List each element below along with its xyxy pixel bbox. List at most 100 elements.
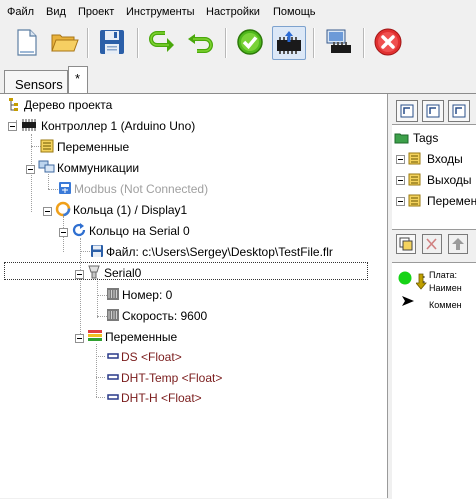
property-icon xyxy=(107,309,119,321)
connector-icon xyxy=(88,265,100,279)
save-icon xyxy=(91,245,103,257)
tags-variables-label: Перемен xyxy=(427,194,476,208)
tag-tool-button-1[interactable] xyxy=(396,100,418,122)
tree-connector xyxy=(96,377,105,378)
expand-toggle[interactable] xyxy=(396,197,405,206)
tree-connector xyxy=(97,278,98,318)
save-button[interactable] xyxy=(96,26,130,60)
download-arrow-icon xyxy=(416,273,427,290)
copy-icon xyxy=(399,237,413,251)
tree-controller-label: Контроллер 1 (Arduino Uno) xyxy=(41,119,196,133)
new-file-icon xyxy=(17,29,37,56)
tree-communications-label: Коммуникации xyxy=(57,161,140,175)
prop-tool-button-2[interactable] xyxy=(422,234,442,254)
expand-toggle[interactable] xyxy=(75,270,84,279)
tree-root-label: Дерево проекта xyxy=(24,98,113,112)
tree-file-label: Файл: c:\Users\Sergey\Desktop\TestFile.f… xyxy=(106,245,333,259)
variables-icon xyxy=(408,194,421,207)
menu-help[interactable]: Помощь xyxy=(273,6,316,19)
undo-icon xyxy=(149,31,174,52)
upload-icon xyxy=(277,31,301,54)
variables-icon xyxy=(408,152,421,165)
tree-speed-label: Скорость: 9600 xyxy=(122,309,208,323)
undo-button[interactable] xyxy=(146,26,180,60)
tree-connector xyxy=(48,189,58,190)
monitor-button[interactable] xyxy=(322,26,356,60)
tags-tree: Tags Входы Выходы Перемен xyxy=(392,124,476,230)
tree-serial0-label: Serial0 xyxy=(104,266,142,280)
tag-tool-icon xyxy=(452,104,466,118)
upload-button[interactable] xyxy=(272,26,306,60)
variable-icon xyxy=(107,394,119,400)
redo-icon xyxy=(188,34,213,53)
project-tree: Дерево проекта Контроллер 1 (Arduino Uno… xyxy=(0,94,388,498)
variables-icon xyxy=(408,173,421,186)
toolbar xyxy=(0,24,476,64)
variable-icon xyxy=(107,353,119,359)
menu-project[interactable]: Проект xyxy=(78,6,114,19)
new-file-button[interactable] xyxy=(10,26,44,60)
modbus-icon xyxy=(59,182,71,194)
expand-toggle[interactable] xyxy=(396,155,405,164)
tree-connector xyxy=(96,397,105,398)
expand-toggle[interactable] xyxy=(59,228,68,237)
rings-icon xyxy=(55,201,71,217)
tree-root-icon xyxy=(9,98,18,111)
menu-settings[interactable]: Настройки xyxy=(206,6,260,19)
variables-list-icon xyxy=(88,330,102,341)
chip-icon xyxy=(22,119,36,131)
expand-toggle[interactable] xyxy=(396,176,405,185)
variables-icon xyxy=(40,139,54,153)
props-comment-label: Коммен xyxy=(429,300,462,310)
redo-button[interactable] xyxy=(184,26,218,60)
toolbar-separator xyxy=(225,28,227,58)
menu-bar: Файл Вид Проект Инструменты Настройки По… xyxy=(0,0,476,24)
stop-icon xyxy=(374,28,402,56)
monitor-icon xyxy=(326,29,351,53)
tag-tool-icon xyxy=(426,104,440,118)
tag-tool-button-2[interactable] xyxy=(422,100,444,122)
tree-connector xyxy=(80,251,90,252)
tab-sensors[interactable]: Sensors xyxy=(4,70,68,94)
prop-tool-button-1[interactable] xyxy=(396,234,416,254)
tags-outputs-label: Выходы xyxy=(427,173,472,187)
properties-panel: Плата: Наимен Коммен xyxy=(392,262,476,499)
arrow-right-icon xyxy=(402,296,414,306)
tree-number-label: Номер: 0 xyxy=(122,288,173,302)
move-up-button[interactable] xyxy=(448,234,468,254)
variable-icon xyxy=(107,374,119,380)
open-folder-icon xyxy=(51,34,79,52)
menu-file[interactable]: Файл xyxy=(7,6,34,19)
refresh-icon xyxy=(72,223,86,237)
open-button[interactable] xyxy=(48,26,82,60)
tree-var-dht-temp-label: DHT-Temp <Float> xyxy=(121,371,223,385)
toolbar-separator xyxy=(313,28,315,58)
tree-ring-variables-label: Переменные xyxy=(105,330,178,344)
menu-tools[interactable]: Инструменты xyxy=(126,6,195,19)
save-icon xyxy=(100,30,124,54)
tree-var-ds-label: DS <Float> xyxy=(121,350,182,364)
toolbar-separator xyxy=(137,28,139,58)
tab-bar: Sensors * xyxy=(0,64,476,94)
expand-toggle[interactable] xyxy=(26,165,35,174)
compile-button[interactable] xyxy=(234,26,268,60)
tree-connector xyxy=(96,344,97,397)
tree-variables-label: Переменные xyxy=(57,140,130,154)
expand-toggle[interactable] xyxy=(8,122,17,131)
tree-connector xyxy=(80,238,81,338)
tab-new[interactable]: * xyxy=(68,66,88,94)
expand-toggle[interactable] xyxy=(75,334,84,343)
menu-view[interactable]: Вид xyxy=(46,6,66,19)
check-icon xyxy=(237,29,263,55)
toolbar-separator xyxy=(87,28,89,58)
network-icon xyxy=(38,160,55,173)
toolbar-separator xyxy=(363,28,365,58)
selection-outline xyxy=(4,262,368,280)
cut-icon xyxy=(426,238,437,250)
stop-button[interactable] xyxy=(372,26,406,60)
tag-tool-button-3[interactable] xyxy=(448,100,470,122)
props-name-label: Наимен xyxy=(429,283,462,293)
tree-rings-label: Кольца (1) / Display1 xyxy=(73,203,188,217)
expand-toggle[interactable] xyxy=(43,207,52,216)
tree-connector xyxy=(96,356,105,357)
